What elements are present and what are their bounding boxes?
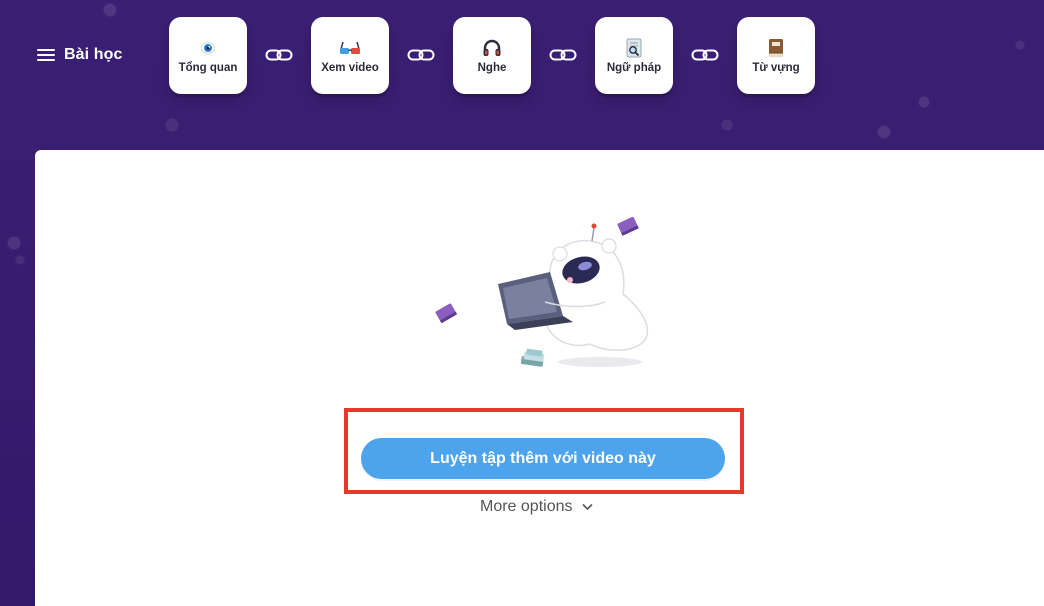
chain-link-icon — [691, 49, 719, 61]
more-options-label: More options — [480, 498, 573, 515]
lessons-menu-label: Bài học — [64, 46, 123, 63]
eye-icon — [197, 37, 219, 59]
tab-overview-label: Tổng quan — [178, 62, 238, 74]
tab-listen[interactable]: Nghe — [453, 17, 531, 94]
tab-vocabulary-label: Từ vựng — [752, 62, 800, 74]
tab-grammar[interactable]: Ngữ pháp — [595, 17, 673, 94]
chain-link-icon — [549, 49, 577, 61]
3d-glasses-icon — [339, 37, 361, 59]
lessons-menu-button[interactable]: Bài học — [37, 43, 123, 67]
hamburger-menu-icon — [37, 48, 55, 62]
magnifier-document-icon — [623, 37, 645, 59]
chevron-down-icon — [581, 503, 593, 511]
headphones-icon — [481, 37, 503, 59]
mascot-with-laptop-icon — [435, 216, 649, 367]
tab-listen-label: Nghe — [477, 62, 507, 74]
tab-watch-video[interactable]: Xem video — [311, 17, 389, 94]
practice-more-button[interactable]: Luyện tập thêm với video này — [361, 438, 725, 479]
tab-overview[interactable]: Tổng quan — [169, 17, 247, 94]
tab-grammar-label: Ngữ pháp — [606, 62, 662, 74]
lesson-card: Luyện tập thêm với video này More option… — [35, 150, 1044, 606]
book-icon — [765, 37, 787, 59]
chain-link-icon — [407, 49, 435, 61]
chain-link-icon — [265, 49, 293, 61]
tab-vocabulary[interactable]: Từ vựng — [737, 17, 815, 94]
more-options-toggle[interactable]: More options — [480, 497, 593, 517]
tab-watch-video-label: Xem video — [321, 62, 379, 74]
